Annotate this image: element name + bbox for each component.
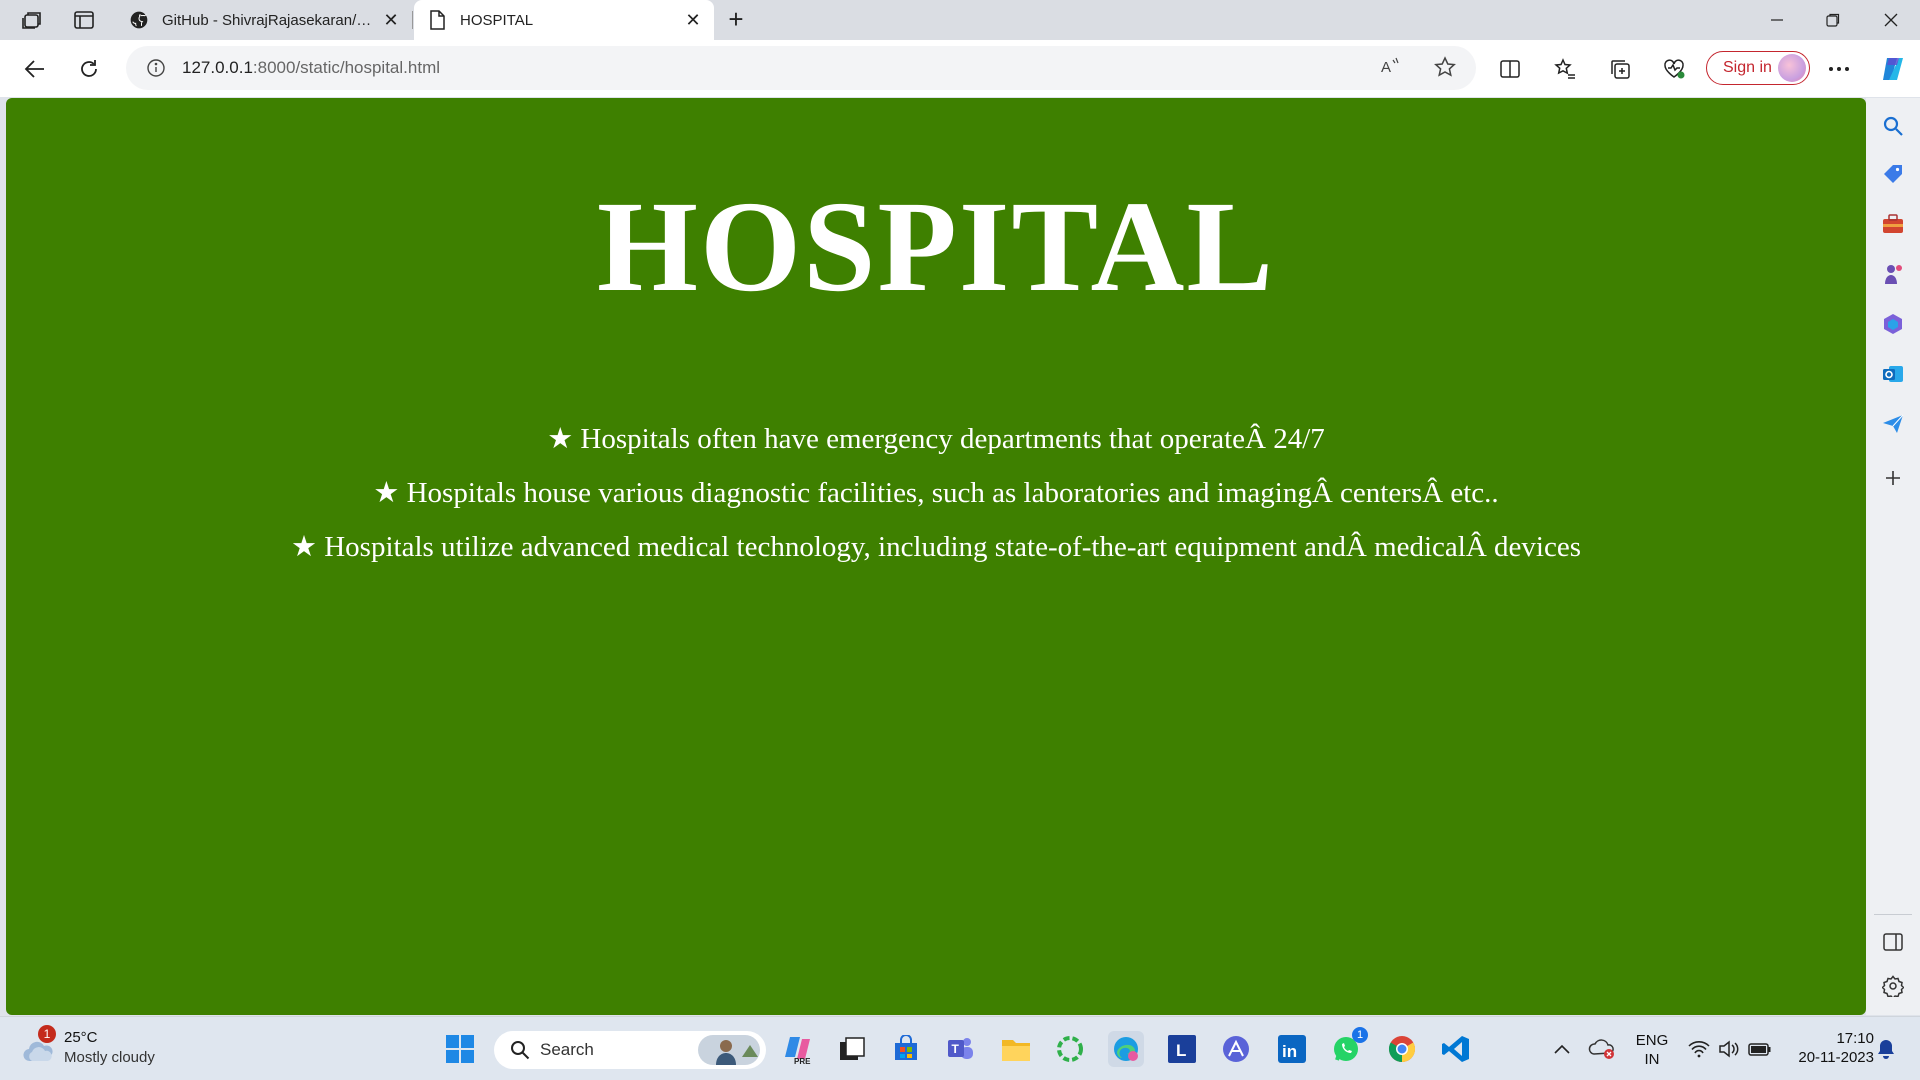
- language-code: ENG: [1635, 1032, 1669, 1049]
- weather-badge: 1: [38, 1025, 56, 1043]
- whatsapp-icon[interactable]: 1: [1328, 1027, 1368, 1067]
- volume-icon: [1719, 1040, 1739, 1058]
- fact-line-1: ★ Hospitals often have emergency departm…: [547, 423, 1325, 455]
- tools-briefcase-icon[interactable]: [1879, 210, 1907, 238]
- search-icon: [511, 1041, 530, 1060]
- address-bar[interactable]: 127.0.0.1:8000/static/hospital.html A: [126, 46, 1476, 90]
- wifi-icon: [1688, 1041, 1710, 1058]
- windows-icon: [446, 1035, 474, 1063]
- m365-icon[interactable]: [1879, 310, 1907, 338]
- weather-desc: Mostly cloudy: [64, 1049, 155, 1066]
- linkedin-icon[interactable]: in: [1274, 1031, 1310, 1067]
- send-icon[interactable]: [1879, 410, 1907, 438]
- avatar: [1778, 54, 1806, 82]
- taskbar-search[interactable]: Search: [494, 1031, 766, 1069]
- settings-gear-icon[interactable]: [1879, 972, 1907, 1000]
- fact-list: ★ Hospitals often have emergency departm…: [6, 412, 1866, 574]
- sign-in-button[interactable]: Sign in: [1706, 51, 1810, 85]
- split-screen-icon[interactable]: [1493, 52, 1527, 86]
- url-host: 127.0.0.1: [182, 58, 253, 77]
- svg-text:L: L: [1176, 1041, 1186, 1060]
- svg-text:T: T: [952, 1042, 960, 1056]
- url-text[interactable]: 127.0.0.1:8000/static/hospital.html: [182, 58, 440, 78]
- file-explorer-icon[interactable]: [998, 1031, 1034, 1067]
- copilot-icon[interactable]: [1876, 52, 1910, 86]
- github-icon: [128, 9, 150, 31]
- new-tab-button[interactable]: +: [722, 6, 750, 34]
- tab-title: HOSPITAL: [460, 11, 534, 29]
- weather-widget[interactable]: 1 25°C Mostly cloudy: [20, 1025, 180, 1071]
- arc-app-icon[interactable]: [1218, 1031, 1254, 1067]
- edge-sidebar: [1866, 98, 1920, 1015]
- clock-date: 20-11-2023: [1798, 1049, 1874, 1066]
- sidebar-divider: [1874, 914, 1912, 915]
- l-app-icon[interactable]: L: [1164, 1031, 1200, 1067]
- search-icon[interactable]: [1879, 112, 1907, 140]
- tab-strip: GitHub - ShivrajRajasekaran/Ex-0 ✕ HOSPI…: [0, 0, 1920, 40]
- browser-toolbar: 127.0.0.1:8000/static/hospital.html A Si…: [0, 40, 1920, 97]
- favorites-icon[interactable]: [1548, 52, 1582, 86]
- show-hidden-icons-chevron-icon[interactable]: [1544, 1031, 1580, 1067]
- info-icon[interactable]: [144, 56, 168, 80]
- microsoft-store-icon[interactable]: [888, 1031, 924, 1067]
- onedrive-icon[interactable]: [1584, 1031, 1620, 1067]
- sign-in-label: Sign in: [1723, 59, 1772, 76]
- quick-settings-button[interactable]: [1680, 1031, 1780, 1067]
- outlook-icon[interactable]: [1879, 360, 1907, 388]
- copilot-pre-icon[interactable]: PRE: [780, 1031, 816, 1067]
- tab-github[interactable]: GitHub - ShivrajRajasekaran/Ex-0 ✕: [116, 0, 412, 40]
- language-indicator[interactable]: ENG IN: [1628, 1031, 1676, 1069]
- tab-title: GitHub - ShivrajRajasekaran/Ex-0: [162, 11, 380, 29]
- read-aloud-icon[interactable]: A: [1380, 56, 1404, 83]
- clock-time: 17:10: [1836, 1030, 1874, 1047]
- refresh-button[interactable]: [72, 52, 106, 86]
- add-icon[interactable]: [1879, 464, 1907, 492]
- collections-icon[interactable]: [1603, 52, 1637, 86]
- close-window-button[interactable]: [1866, 0, 1916, 40]
- minimize-button[interactable]: [1752, 0, 1802, 40]
- favorite-star-icon[interactable]: [1434, 56, 1456, 83]
- restore-button[interactable]: [1808, 0, 1858, 40]
- workspaces-icon[interactable]: [20, 8, 44, 32]
- search-highlight-icon: [698, 1035, 760, 1065]
- fact-line-3: ★ Hospitals utilize advanced medical tec…: [290, 531, 1582, 563]
- taskbar: 1 25°C Mostly cloudy Search PRE T L in 1…: [0, 1016, 1920, 1080]
- task-view-icon[interactable]: [834, 1031, 870, 1067]
- notifications-bell-icon[interactable]: [1868, 1031, 1904, 1067]
- fact-line-2: ★ Hospitals house various diagnostic fac…: [373, 477, 1499, 509]
- sidebar-toggle-icon[interactable]: [1879, 928, 1907, 956]
- weather-temp: 25°C: [64, 1029, 98, 1046]
- browser-essentials-icon[interactable]: [1657, 52, 1691, 86]
- search-label: Search: [540, 1040, 594, 1059]
- svg-text:in: in: [1282, 1042, 1297, 1061]
- tab-divider: [412, 11, 413, 29]
- chrome-icon[interactable]: [1384, 1031, 1420, 1067]
- url-path: :8000/static/hospital.html: [252, 58, 441, 77]
- svg-text:PRE: PRE: [794, 1057, 811, 1065]
- page-viewport: HOSPITAL ★ Hospitals often have emergenc…: [6, 98, 1866, 1015]
- games-icon[interactable]: [1879, 260, 1907, 288]
- language-region: IN: [1644, 1051, 1660, 1068]
- page-icon: [426, 9, 448, 31]
- more-menu-icon[interactable]: [1822, 52, 1856, 86]
- close-icon[interactable]: ✕: [682, 9, 704, 31]
- battery-icon: [1748, 1043, 1771, 1056]
- close-icon[interactable]: ✕: [380, 9, 402, 31]
- teams-icon[interactable]: T: [942, 1031, 978, 1067]
- back-button[interactable]: [18, 52, 52, 86]
- page-title: HOSPITAL: [596, 175, 1276, 319]
- tab-actions-icon[interactable]: [72, 8, 96, 32]
- shopping-tag-icon[interactable]: [1879, 160, 1907, 188]
- vscode-icon[interactable]: [1438, 1031, 1474, 1067]
- whatsapp-badge: 1: [1352, 1027, 1368, 1043]
- refresh-ring-app-icon[interactable]: [1052, 1031, 1088, 1067]
- tab-hospital[interactable]: HOSPITAL ✕: [414, 0, 714, 40]
- svg-text:A: A: [1381, 59, 1391, 76]
- clock[interactable]: 17:10 20-11-2023: [1780, 1029, 1874, 1067]
- start-button[interactable]: [442, 1031, 478, 1067]
- edge-icon[interactable]: [1108, 1031, 1144, 1067]
